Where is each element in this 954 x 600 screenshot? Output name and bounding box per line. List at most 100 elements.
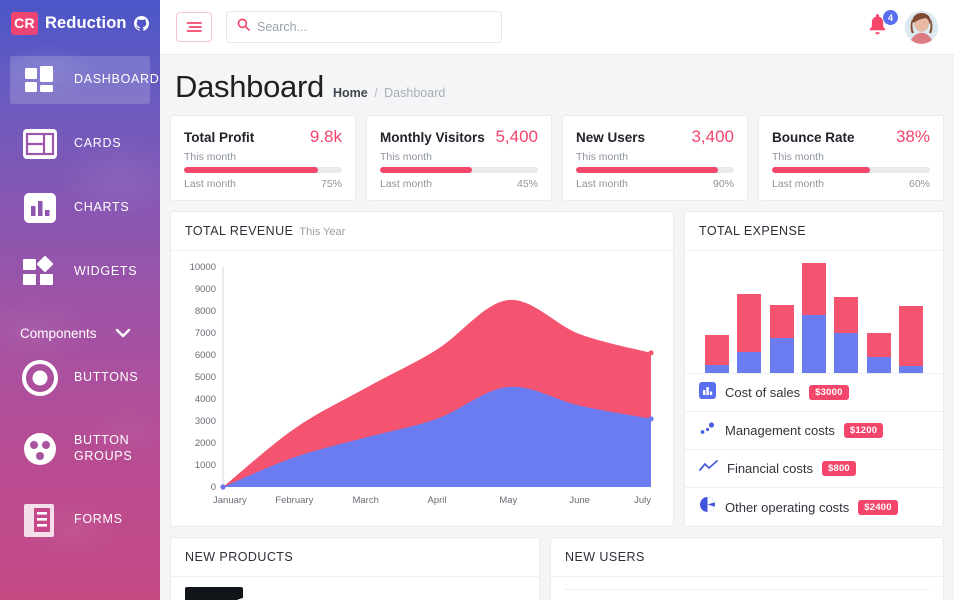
expense-item-other-operating-costs[interactable]: Other operating costs $2400	[685, 488, 943, 526]
sidebar-item-charts[interactable]: CHARTS	[10, 184, 150, 232]
svg-text:April: April	[427, 495, 446, 506]
revenue-chart: 0100020003000400050006000700080009000100…	[171, 251, 673, 521]
stat-progress-fill	[576, 167, 718, 173]
product-thumbnail[interactable]	[185, 587, 243, 600]
avatar[interactable]	[905, 11, 938, 44]
search-input[interactable]	[257, 20, 491, 34]
new-products-panel: NEW PRODUCTS	[170, 537, 540, 600]
stat-progress-track	[576, 167, 734, 173]
panel-header: NEW USERS	[551, 538, 943, 577]
stat-this-month: This month	[576, 151, 734, 163]
panel-title: NEW PRODUCTS	[185, 550, 293, 564]
stat-this-month: This month	[772, 151, 930, 163]
stat-this-month: This month	[184, 151, 342, 163]
breadcrumb-separator: /	[374, 86, 377, 100]
page-header: Dashboard Home / Dashboard	[160, 55, 954, 115]
stat-percent: 45%	[517, 178, 538, 190]
sidebar-item-label: CHARTS	[74, 200, 129, 216]
sidebar-item-dashboard[interactable]: DASHBOARD	[10, 56, 150, 104]
svg-text:6000: 6000	[195, 350, 216, 361]
search-icon	[237, 18, 250, 36]
cards-layout-icon	[20, 124, 60, 164]
notifications-button[interactable]: 4	[867, 14, 891, 40]
stat-progress-track	[184, 167, 342, 173]
stat-card-monthly-visitors: Monthly Visitors 5,400 This month Last m…	[366, 115, 552, 201]
stat-bottom: Last month 75%	[184, 178, 342, 190]
svg-text:3000: 3000	[195, 416, 216, 427]
search-box[interactable]	[226, 11, 502, 43]
stat-value: 9.8k	[310, 127, 342, 147]
stat-last-month: Last month	[184, 178, 236, 190]
stat-card-total-profit: Total Profit 9.8k This month Last month …	[170, 115, 356, 201]
expense-chart	[685, 251, 943, 373]
sidebar-item-button-groups[interactable]: BUTTON GROUPS	[10, 418, 150, 480]
expense-amount: $2400	[858, 500, 897, 515]
bar-segment-pink	[802, 263, 826, 315]
expense-label: Other operating costs	[725, 500, 849, 515]
brand-logo[interactable]: CR Reduction	[0, 0, 160, 46]
bar-chart-icon	[20, 188, 60, 228]
hamburger-icon[interactable]	[176, 12, 212, 42]
stat-last-month: Last month	[772, 178, 824, 190]
charts-row: TOTAL REVENUE This Year 0100020003000400…	[170, 211, 944, 527]
stat-progress-fill	[184, 167, 318, 173]
sidebar-item-cards[interactable]: CARDS	[10, 120, 150, 168]
svg-text:May: May	[499, 495, 517, 506]
total-revenue-panel: TOTAL REVENUE This Year 0100020003000400…	[170, 211, 674, 527]
expense-bar-6	[867, 263, 891, 373]
total-expense-panel: TOTAL EXPENSE Cost of sales $3000	[684, 211, 944, 527]
bar-segment-pink	[834, 297, 858, 334]
notification-badge: 4	[883, 10, 898, 25]
svg-text:January: January	[213, 495, 247, 506]
topbar-right: 4	[867, 11, 938, 44]
stat-value: 38%	[896, 127, 930, 147]
expense-item-cost-of-sales[interactable]: Cost of sales $3000	[685, 374, 943, 412]
breadcrumb: Home / Dashboard	[333, 86, 445, 100]
expense-bar-2	[737, 263, 761, 373]
stat-top: New Users 3,400	[576, 127, 734, 147]
github-icon[interactable]	[134, 16, 149, 31]
bar-segment-blue	[770, 338, 794, 373]
stat-value: 3,400	[691, 127, 734, 147]
svg-text:June: June	[569, 495, 590, 506]
expense-item-financial-costs[interactable]: Financial costs $800	[685, 450, 943, 488]
svg-text:0: 0	[211, 482, 216, 493]
new-users-body	[551, 577, 943, 600]
bar-segment-blue	[834, 333, 858, 373]
stat-percent: 60%	[909, 178, 930, 190]
expense-bar-columns	[701, 263, 927, 373]
expense-amount: $800	[822, 461, 856, 476]
bar-segment-blue	[802, 315, 826, 373]
stat-name: Monthly Visitors	[380, 130, 485, 145]
sidebar-item-label: BUTTON GROUPS	[74, 433, 140, 464]
breadcrumb-home[interactable]: Home	[333, 86, 368, 100]
svg-text:March: March	[352, 495, 378, 506]
forms-list-icon	[20, 500, 60, 540]
bar-segment-pink	[899, 306, 923, 366]
revenue-area-chart: 0100020003000400050006000700080009000100…	[175, 259, 663, 521]
expense-label: Financial costs	[727, 461, 813, 476]
expense-bar-3	[770, 263, 794, 373]
panel-header: TOTAL EXPENSE	[685, 212, 943, 251]
expense-list: Cost of sales $3000 Management costs $12…	[685, 373, 943, 526]
expense-label: Cost of sales	[725, 385, 800, 400]
svg-text:2000: 2000	[195, 438, 216, 449]
svg-text:10000: 10000	[190, 262, 216, 273]
svg-text:1000: 1000	[195, 460, 216, 471]
sidebar-item-buttons[interactable]: BUTTONS	[10, 354, 150, 402]
stat-value: 5,400	[495, 127, 538, 147]
stat-percent: 75%	[321, 178, 342, 190]
line-chart-icon	[699, 458, 718, 480]
bar-segment-blue	[737, 352, 761, 373]
sidebar-group-components[interactable]: Components	[0, 312, 160, 354]
sidebar-item-forms[interactable]: FORMS	[10, 496, 150, 544]
expense-bar-5	[834, 263, 858, 373]
bar-segment-pink	[705, 335, 729, 364]
expense-item-management-costs[interactable]: Management costs $1200	[685, 412, 943, 450]
stat-bottom: Last month 60%	[772, 178, 930, 190]
panel-title: TOTAL EXPENSE	[699, 224, 806, 238]
new-products-body	[171, 577, 539, 600]
sidebar-item-widgets[interactable]: WIDGETS	[10, 248, 150, 296]
new-users-panel: NEW USERS	[550, 537, 944, 600]
svg-text:July: July	[634, 495, 651, 506]
